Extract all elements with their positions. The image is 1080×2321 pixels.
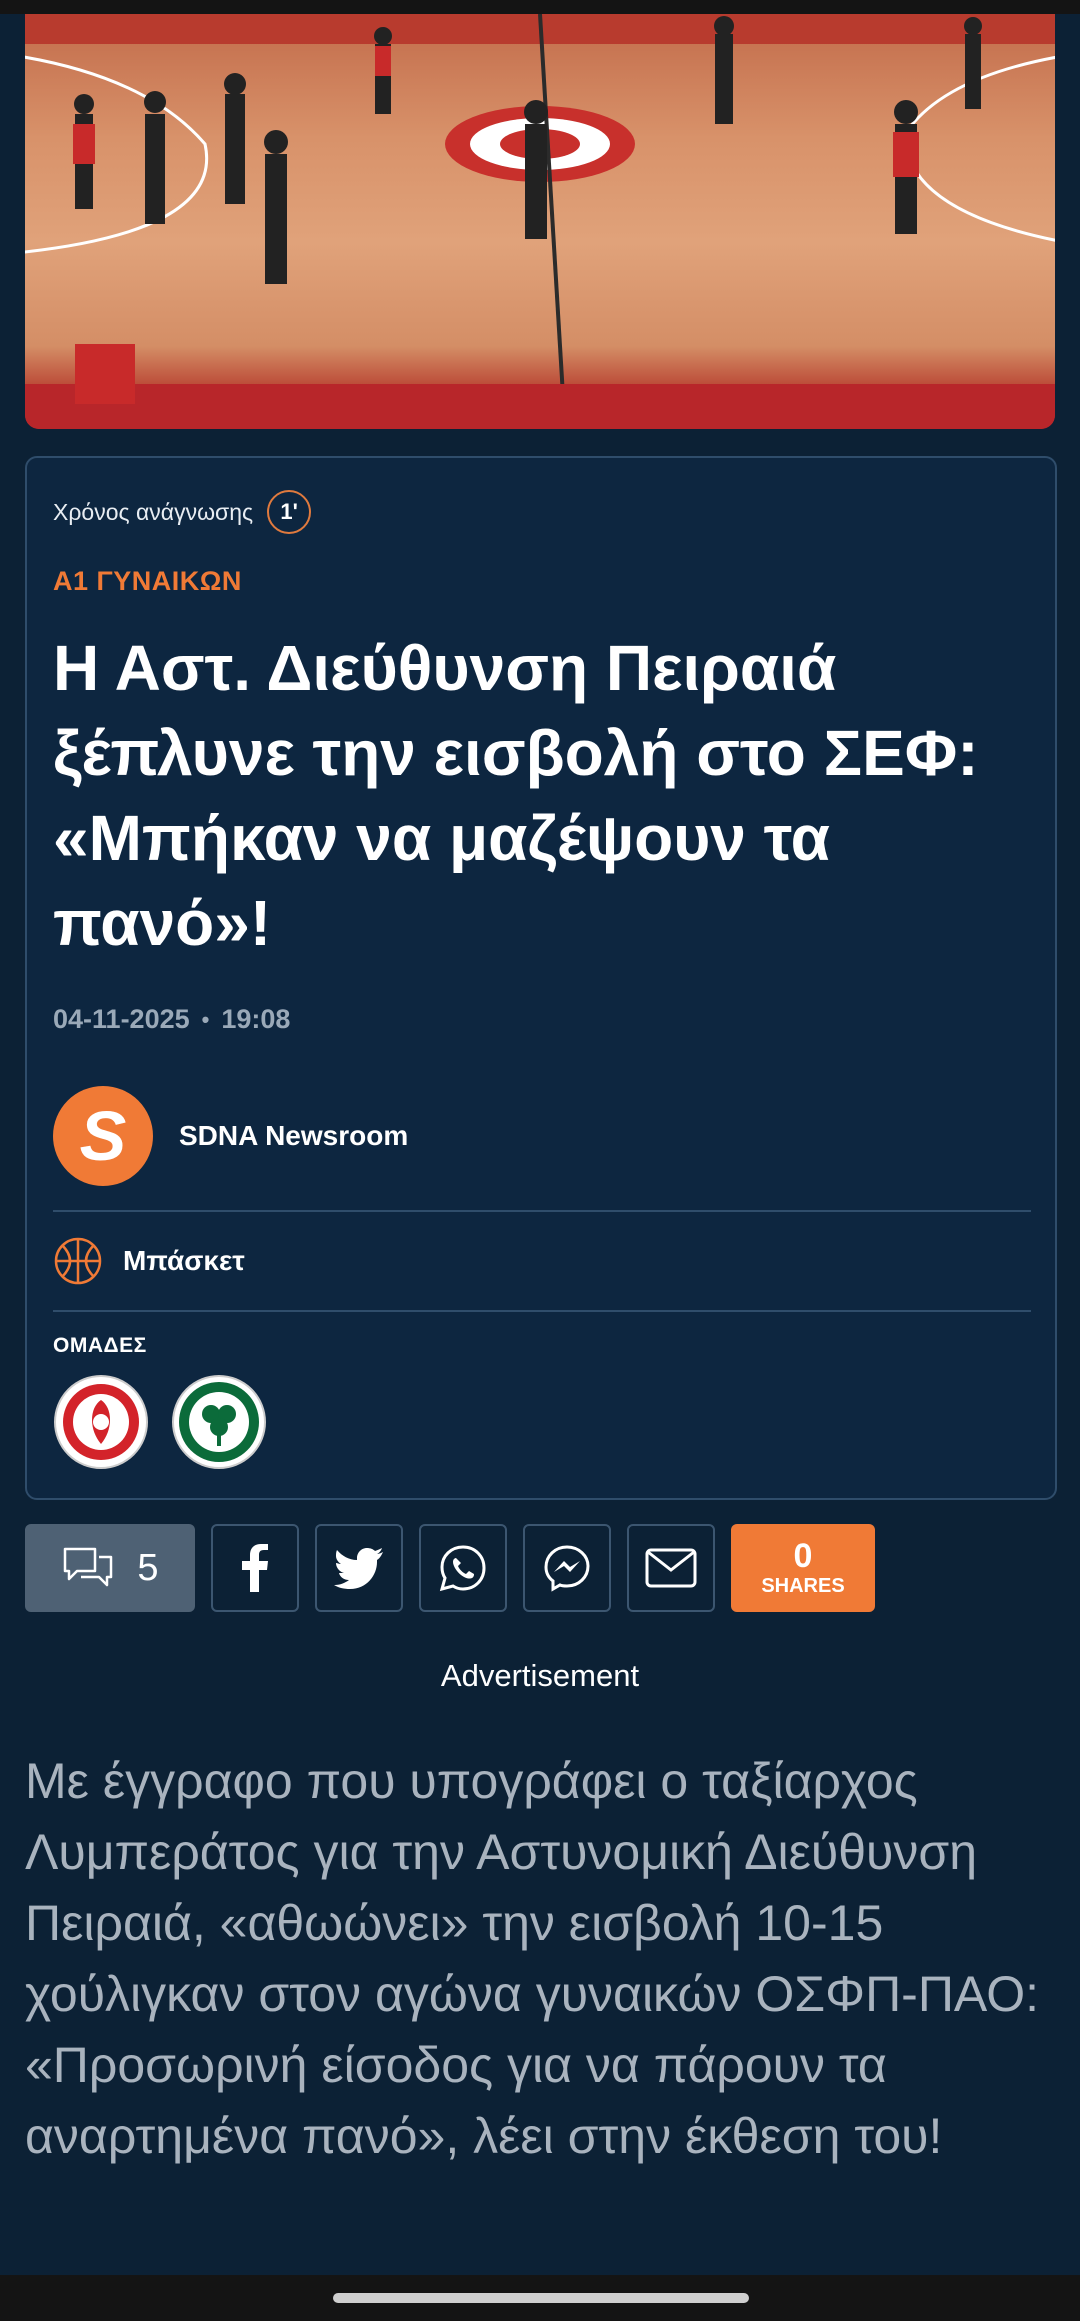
- article-date: 04-11-2025: [53, 1004, 190, 1034]
- twitter-icon: [334, 1548, 383, 1589]
- read-time: Χρόνος ανάγνωσης 1': [53, 490, 312, 534]
- article-dateline: 04-11-2025 • 19:08: [53, 1004, 290, 1035]
- share-row: 5 0 SHARES: [25, 1524, 875, 1612]
- article-body: Με έγγραφο που υπογράφει ο ταξίαρχος Λυμ…: [25, 1753, 1040, 2164]
- home-indicator[interactable]: [333, 2293, 749, 2303]
- facebook-icon: [242, 1544, 268, 1592]
- article-card: Χρόνος ανάγνωσης 1' Α1 ΓΥΝΑΙΚΩΝ Η Αστ. Δ…: [25, 456, 1057, 1500]
- facebook-share-button[interactable]: [211, 1524, 299, 1612]
- team-logos: [53, 1374, 267, 1470]
- shares-counter: 0 SHARES: [731, 1524, 875, 1612]
- twitter-share-button[interactable]: [315, 1524, 403, 1612]
- mail-icon: [645, 1548, 697, 1588]
- advertisement-label: Advertisement: [440, 1658, 640, 1693]
- olympiacos-logo-icon[interactable]: [53, 1374, 149, 1470]
- article-title: Η Αστ. Διεύθυνση Πειραιά ξέπλυνε την εισ…: [53, 632, 979, 959]
- whatsapp-share-button[interactable]: [419, 1524, 507, 1612]
- author[interactable]: S SDNA Newsroom: [53, 1086, 408, 1186]
- basketball-court-photo-icon: [25, 14, 1055, 429]
- author-avatar: S: [53, 1086, 153, 1186]
- sport-label: Μπάσκετ: [123, 1245, 245, 1276]
- status-bar: [0, 0, 1080, 14]
- basketball-icon: [54, 1237, 102, 1285]
- messenger-share-button[interactable]: [523, 1524, 611, 1612]
- shares-count: 0: [793, 1537, 813, 1575]
- comments-count: 5: [137, 1546, 159, 1589]
- comments-icon: [64, 1547, 113, 1587]
- divider: [53, 1210, 1031, 1212]
- whatsapp-icon: [439, 1545, 486, 1592]
- divider: [53, 1310, 1031, 1312]
- comments-button[interactable]: 5: [25, 1524, 195, 1612]
- sport-tag[interactable]: Μπάσκετ: [53, 1236, 245, 1286]
- author-name[interactable]: SDNA Newsroom: [179, 1120, 408, 1152]
- teams-label: ΟΜΑΔΕΣ: [53, 1334, 147, 1357]
- email-share-button[interactable]: [627, 1524, 715, 1612]
- article-time: 19:08: [221, 1004, 291, 1034]
- read-time-label: Χρόνος ανάγνωσης: [53, 498, 254, 525]
- panathinaikos-logo-icon[interactable]: [171, 1374, 267, 1470]
- read-time-badge: 1': [267, 490, 312, 534]
- article-category[interactable]: Α1 ΓΥΝΑΙΚΩΝ: [53, 566, 242, 597]
- date-separator: •: [201, 1006, 210, 1032]
- shares-label: SHARES: [761, 1575, 845, 1597]
- messenger-icon: [544, 1545, 590, 1592]
- article-hero-image[interactable]: [25, 14, 1055, 429]
